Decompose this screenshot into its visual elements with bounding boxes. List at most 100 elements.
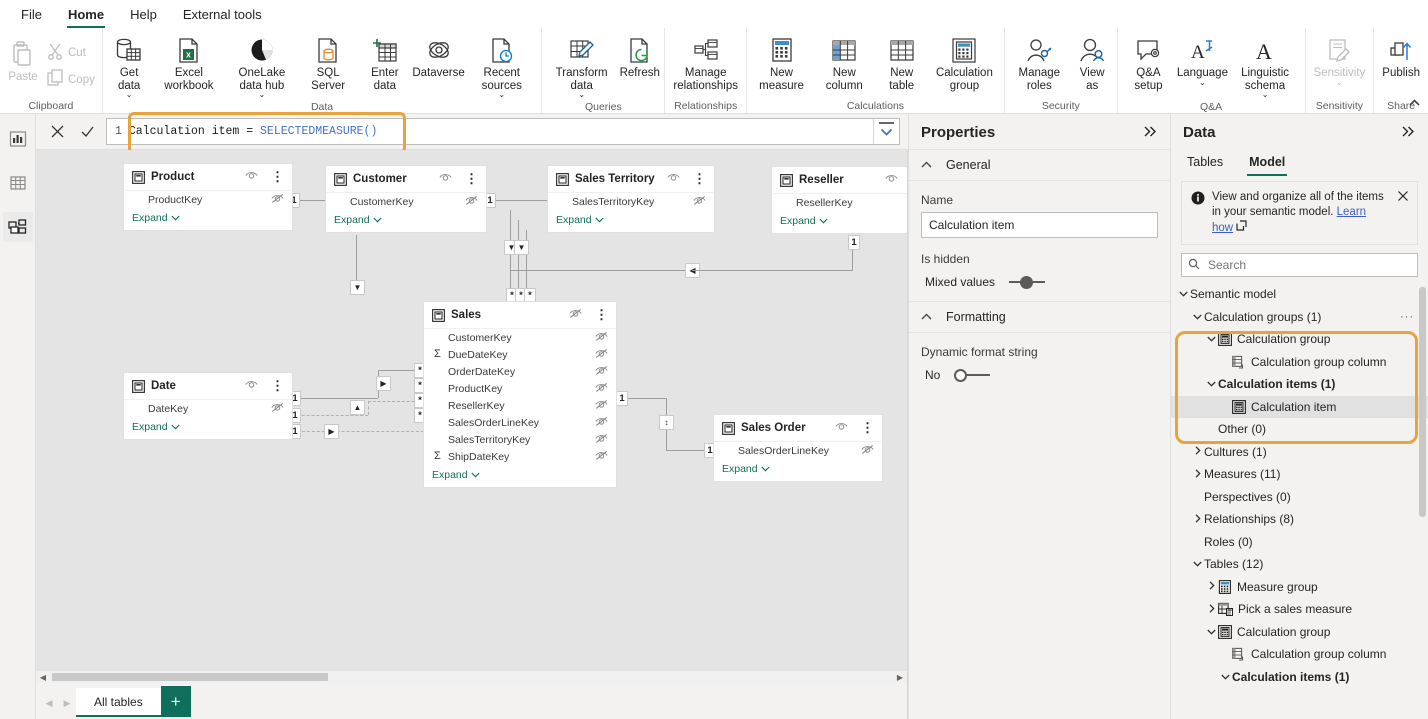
chevron-down-icon[interactable]: ⌄	[498, 91, 505, 99]
paste-button[interactable]: Paste	[3, 35, 43, 86]
table-field[interactable]: ResellerKey	[424, 397, 616, 414]
eye-visible-icon[interactable]	[667, 172, 680, 186]
menu-item-help[interactable]: Help	[119, 4, 168, 28]
eye-hidden-icon[interactable]	[595, 433, 608, 447]
triangle-left-icon[interactable]: ◀	[40, 698, 58, 719]
chevron-double-right-icon[interactable]	[1143, 125, 1158, 141]
more-options-icon[interactable]: ⋮	[264, 170, 284, 183]
chevron-down-icon[interactable]: ⌄	[1336, 78, 1343, 86]
manage-relationships-button[interactable]: Manage relationships	[668, 31, 743, 94]
eye-hidden-icon[interactable]	[465, 195, 478, 209]
table-node[interactable]: Customer ⋮ CustomerKey Expand	[326, 166, 486, 232]
report-icon[interactable]	[3, 124, 33, 154]
triangle-right-icon[interactable]: ▶	[58, 698, 76, 719]
tree-item-measure-group[interactable]: Measure group	[1171, 576, 1428, 599]
table-node-header[interactable]: Reseller ⋮	[772, 167, 907, 194]
relationship-line[interactable]	[692, 270, 853, 271]
dynamic-format-toggle[interactable]	[954, 368, 991, 382]
ribbon-collapse-button[interactable]	[1409, 97, 1420, 109]
table-field[interactable]: SalesTerritoryKey	[424, 431, 616, 448]
onelake-data-hub-button[interactable]: OneLake data hub ⌄	[225, 31, 298, 100]
table-node-header[interactable]: Sales Territory ⋮	[548, 166, 714, 193]
q-a-setup-button[interactable]: Q&A setup	[1121, 31, 1177, 94]
chevron-right-icon[interactable]	[1191, 514, 1204, 525]
more-options-icon[interactable]: ⋮	[854, 421, 874, 434]
tab-all-tables[interactable]: All tables	[76, 688, 161, 717]
cut-button[interactable]: Cut	[43, 39, 99, 66]
chevron-right-icon[interactable]	[1191, 446, 1204, 457]
check-icon[interactable]	[72, 117, 102, 147]
close-icon[interactable]	[42, 117, 72, 147]
hscroll-thumb[interactable]	[52, 673, 328, 681]
tree-item-calculation-items-1-[interactable]: Calculation items (1)	[1171, 666, 1428, 689]
tree-item-calculation-item[interactable]: Calculation item	[1171, 395, 1428, 418]
publish-button[interactable]: Publish	[1377, 31, 1425, 82]
eye-hidden-icon[interactable]	[595, 348, 608, 362]
more-options-icon[interactable]: ⋮	[264, 379, 284, 392]
get-data-button[interactable]: Get data ⌄	[106, 31, 153, 100]
eye-visible-icon[interactable]	[439, 172, 452, 186]
table-node-header[interactable]: Date ⋮	[124, 373, 292, 400]
eye-hidden-icon[interactable]	[569, 308, 582, 322]
eye-hidden-icon[interactable]	[595, 331, 608, 345]
eye-hidden-icon[interactable]	[595, 365, 608, 379]
table-node[interactable]: Sales Territory ⋮ SalesTerritoryKey Expand	[548, 166, 714, 232]
linguistic-schema-button[interactable]: A Linguistic schema ⌄	[1229, 31, 1302, 100]
tree-item-calculation-group-column[interactable]: Calculation group column	[1171, 351, 1428, 374]
relationship-line[interactable]	[368, 401, 369, 415]
tree-item-calculation-items-1-[interactable]: Calculation items (1)	[1171, 373, 1428, 396]
relationship-line[interactable]	[510, 270, 692, 271]
model-icon[interactable]	[2, 212, 33, 242]
new-column-button[interactable]: New column	[813, 31, 875, 94]
tree-item-perspectives-0-[interactable]: Perspectives (0)	[1171, 486, 1428, 509]
expand-button[interactable]: Expand	[772, 211, 907, 233]
more-options-icon[interactable]: ⋮	[588, 308, 608, 321]
chevron-right-icon[interactable]: ▶	[893, 673, 907, 682]
relationship-line[interactable]	[292, 431, 424, 432]
add-diagram-button[interactable]: +	[160, 686, 191, 717]
eye-hidden-icon[interactable]	[595, 399, 608, 413]
chevron-down-icon[interactable]	[1205, 334, 1218, 344]
table-node[interactable]: Product ⋮ ProductKey Expand	[124, 164, 292, 230]
dataverse-button[interactable]: Dataverse	[412, 31, 465, 82]
relationship-line[interactable]	[292, 398, 378, 399]
tree-item-calculation-group[interactable]: Calculation group	[1171, 621, 1428, 644]
formula-input[interactable]: 1 Calculation item = SELECTEDMEASURE()	[106, 118, 900, 145]
tree-item-calculation-group-column[interactable]: Calculation group column	[1171, 643, 1428, 666]
language-button[interactable]: A Language ⌄	[1176, 31, 1228, 88]
menu-item-file[interactable]: File	[10, 4, 53, 28]
recent-sources-button[interactable]: Recent sources ⌄	[465, 31, 538, 100]
refresh-button[interactable]: Refresh	[618, 31, 661, 82]
chevron-right-icon[interactable]	[1205, 604, 1218, 615]
table-field[interactable]: CustomerKey	[424, 329, 616, 346]
calculation-group-button[interactable]: Calculation group	[928, 31, 1001, 94]
new-measure-button[interactable]: New measure	[750, 31, 813, 94]
chevron-down-icon[interactable]	[1191, 559, 1204, 569]
chevron-down-icon[interactable]: ⌄	[1199, 78, 1206, 86]
name-field[interactable]	[921, 212, 1158, 238]
search-box[interactable]	[1181, 253, 1418, 277]
tree-item-roles-0-[interactable]: Roles (0)	[1171, 531, 1428, 554]
eye-hidden-icon[interactable]	[271, 193, 284, 207]
table-node[interactable]: Reseller ⋮ ResellerKey Expand	[772, 167, 907, 233]
tree-item-other-0-[interactable]: Other (0)	[1171, 418, 1428, 441]
sql-server-button[interactable]: SQL Server	[298, 31, 357, 94]
more-options-icon[interactable]: ⋮	[458, 172, 478, 185]
chevron-double-right-icon[interactable]	[1401, 125, 1416, 141]
hscroll-track[interactable]	[50, 672, 893, 682]
external-link-icon[interactable]	[1236, 220, 1247, 234]
tree-item-measures-11-[interactable]: Measures (11)	[1171, 463, 1428, 486]
eye-hidden-icon[interactable]	[693, 195, 706, 209]
excel-workbook-button[interactable]: x Excel workbook	[152, 31, 225, 94]
properties-section-formatting[interactable]: Formatting	[909, 301, 1170, 333]
table-field[interactable]: DateKey	[124, 400, 292, 417]
expand-button[interactable]: Expand	[124, 417, 292, 439]
tree-item-semantic-model[interactable]: Semantic model	[1171, 283, 1428, 306]
model-tree[interactable]: Semantic model Calculation groups (1) ··· C…	[1171, 283, 1428, 719]
manage-roles-button[interactable]: Manage roles	[1008, 31, 1071, 94]
chevron-down-icon[interactable]: ⌄	[259, 91, 266, 99]
tab-model[interactable]: Model	[1247, 151, 1288, 176]
table-field[interactable]: ProductKey	[124, 191, 292, 208]
tree-item-relationships-8-[interactable]: Relationships (8)	[1171, 508, 1428, 531]
menu-item-home[interactable]: Home	[57, 4, 115, 28]
